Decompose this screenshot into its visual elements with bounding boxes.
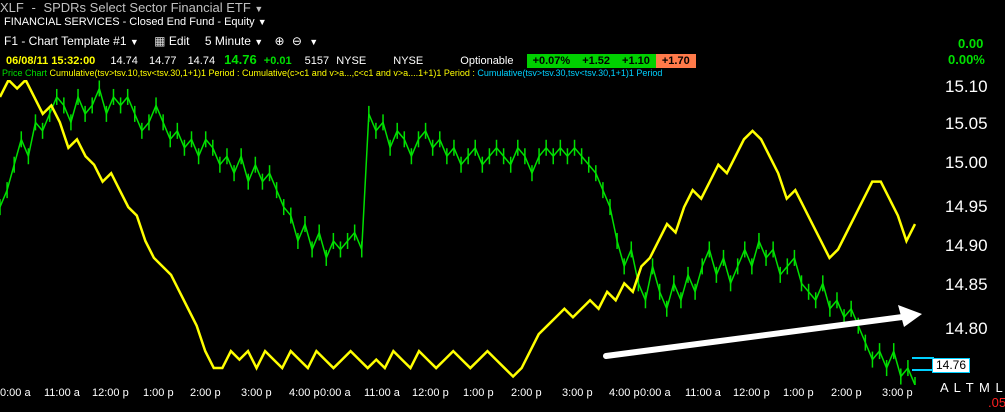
time-tick: 11:00 a [364,387,400,399]
price-tick: 15.05 [945,114,988,133]
chevron-down-icon: ▼ [129,37,139,47]
time-tick: 4:00 p [609,387,640,399]
quote-change: +0.01 [263,55,292,67]
price-tick: 14.90 [945,236,988,255]
time-tick: 4:00 p [289,387,320,399]
price-tick: 14.80 [945,319,988,338]
series-green [0,80,916,385]
badge-2: +1.10 [616,54,656,68]
chevron-down-icon[interactable]: ▼ [309,37,318,47]
green-series-line [0,86,916,385]
legend-part-2: Cumulative(tsv>tsv.30,tsv<tsv.30,1+1)1 P… [477,68,663,78]
quote-open: 14.74 [110,55,138,67]
chevron-down-icon: ▼ [254,37,264,47]
change-percent: 0.00% [948,52,985,67]
zoom-in-icon[interactable]: ⊕ [274,34,284,48]
last-price-label: 14.76 [932,358,971,373]
trend-arrow [603,305,922,359]
time-tick: 0:00 a [320,387,351,399]
time-tick: 12:00 p [733,387,770,399]
price-tick: 14.95 [945,197,988,216]
edit-icon: ▦ [154,34,166,48]
price-tick: 15.00 [945,153,988,172]
time-tick: 12:00 p [412,387,449,399]
zoom-out-icon[interactable]: ⊖ [292,34,302,48]
time-tick: 3:00 p [882,387,913,399]
time-tick: 1:00 p [463,387,494,399]
chart-template-dropdown[interactable]: F1 - Chart Template #1 ▼ [4,34,142,48]
quote-low: 14.74 [187,55,216,67]
time-tick: 2:00 p [831,387,862,399]
badge-3: +1.70 [655,54,696,68]
corner-value: .05 [988,395,1005,410]
security-name: SPDRs Select Sector Financial ETF [43,0,251,15]
legend-prefix: Price Chart [2,68,48,78]
timeframe-letters[interactable]: A L T M L [940,380,1004,395]
badge-1: +1.52 [576,54,617,68]
quote-row: 06/08/11 15:32:00 14.74 14.77 14.74 14.7… [6,52,696,68]
last-price-line [912,357,934,359]
window-title-bar: XLF - SPDRs Select Sector Financial ETF … [0,0,263,16]
timeframe-selector[interactable]: A L T M L [940,380,1004,395]
security-description: FINANCIAL SERVICES - Closed End Fund - E… [4,16,255,28]
title-separator: - [31,0,36,15]
change-value: 0.00 [958,36,984,51]
optionable-label: Optionable [460,55,514,67]
quote-last: 14.76 [224,52,257,67]
time-tick: 2:00 p [511,387,542,399]
legend-part-1: Cumulative(tsv>tsv.10,tsv<tsv.30,1+1)1 P… [49,68,478,78]
chart-toolbar: F1 - Chart Template #1 ▼ ▦ Edit 5 Minute… [4,34,318,50]
badge-pct: +0.07% [526,54,577,68]
chart-template-label: F1 - Chart Template #1 [4,34,127,48]
time-tick: 12:00 p [92,387,129,399]
time-tick: 0:00 a [0,387,31,399]
time-tick: 1:00 p [783,387,814,399]
time-tick: 3:00 p [562,387,593,399]
chevron-down-icon[interactable]: ▼ [254,4,263,14]
time-tick: 3:00 p [241,387,272,399]
quote-volume: 5157 [304,55,330,67]
price-tick: 15.10 [945,77,988,96]
price-chart[interactable] [0,80,940,385]
interval-dropdown[interactable]: 5 Minute ▼ [205,34,267,48]
study-legend: Price Chart Cumulative(tsv>tsv.10,tsv<ts… [2,68,662,80]
quote-exchange: NYSE [336,55,367,67]
quote-exchange-2: NYSE [393,55,424,67]
time-tick: 0:00 a [640,387,671,399]
chevron-down-icon[interactable]: ▼ [258,17,267,27]
last-price-line-2 [912,369,934,371]
time-tick: 11:00 a [44,387,80,399]
edit-button[interactable]: ▦ Edit [154,34,193,48]
time-tick: 1:00 p [143,387,174,399]
symbol-label[interactable]: XLF [0,0,24,15]
time-tick: 2:00 p [190,387,221,399]
security-description-row: FINANCIAL SERVICES - Closed End Fund - E… [4,16,267,31]
quote-datetime: 06/08/11 15:32:00 [6,55,96,67]
time-tick: 11:00 a [685,387,721,399]
quote-high: 14.77 [148,55,177,67]
price-tick: 14.85 [945,275,988,294]
